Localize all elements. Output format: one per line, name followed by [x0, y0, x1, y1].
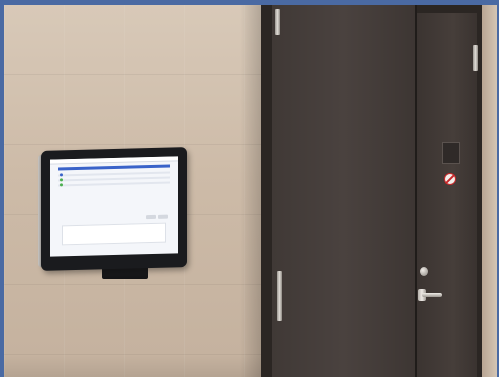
- hinge-icon: [275, 9, 280, 35]
- hinge-icon: [473, 45, 478, 71]
- door-knob-icon: [420, 267, 428, 276]
- list-item[interactable]: [58, 176, 170, 182]
- wall-tablet[interactable]: [41, 147, 187, 271]
- list-item[interactable]: [58, 171, 170, 177]
- handle-lever: [422, 293, 442, 297]
- door-sign: [442, 142, 460, 164]
- no-smoking-icon: [444, 173, 456, 185]
- hinge-icon: [277, 271, 282, 321]
- screen-header-bar: [58, 164, 170, 171]
- photo: [4, 5, 497, 377]
- right-wall: [482, 5, 497, 377]
- screen-panel: [62, 222, 166, 246]
- screen-button[interactable]: [146, 214, 156, 220]
- floor-shade: [4, 355, 266, 377]
- door-leaf-right: [417, 13, 477, 377]
- door-handle-icon: [418, 289, 442, 301]
- tablet-screen[interactable]: [50, 156, 178, 257]
- list-item[interactable]: [58, 181, 170, 187]
- door-leaf-left: [272, 5, 417, 377]
- screen-top-bar: [50, 156, 178, 165]
- screen-button[interactable]: [158, 214, 168, 219]
